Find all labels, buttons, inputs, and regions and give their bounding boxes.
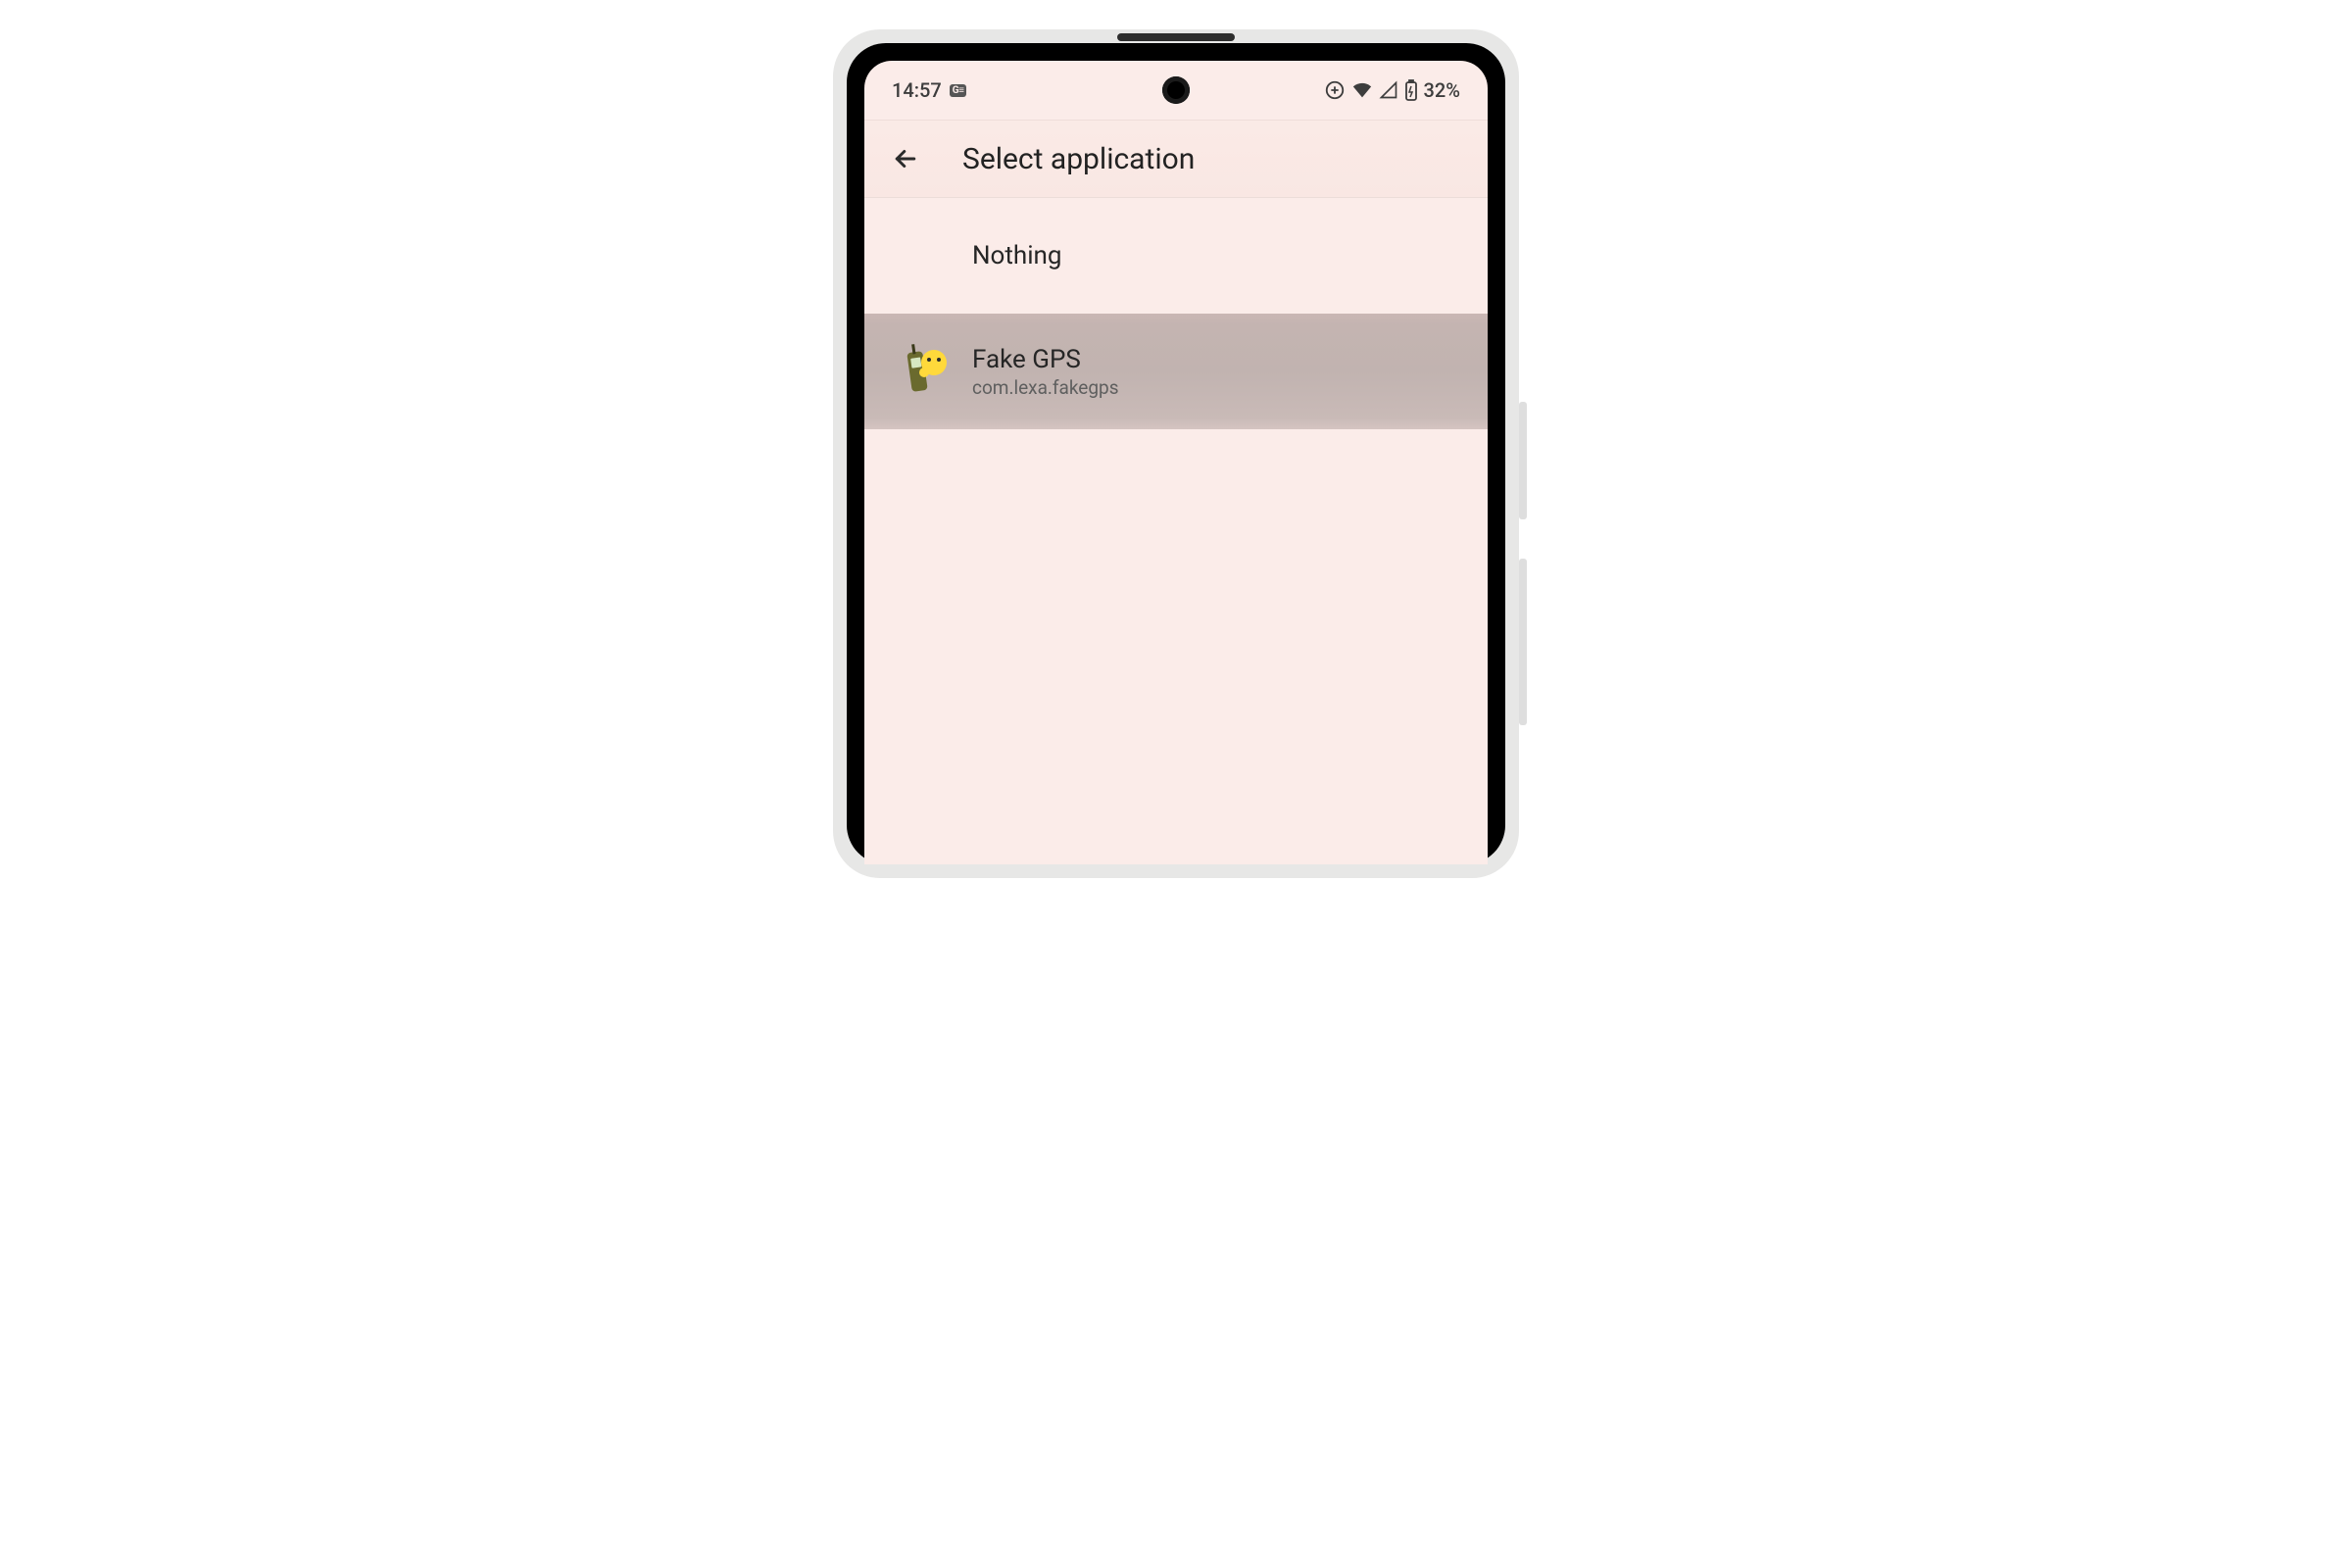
page-title: Select application [962, 142, 1195, 176]
battery-percent: 32% [1424, 78, 1460, 102]
side-button-upper [1519, 402, 1527, 519]
app-bar: Select application [864, 120, 1488, 198]
battery-icon [1404, 79, 1418, 101]
status-time: 14:57 [892, 78, 942, 102]
phone-frame: 14:57 G≡ [833, 29, 1519, 878]
back-button[interactable] [886, 139, 925, 178]
fake-gps-icon [904, 348, 947, 395]
app-list: Nothing Fake GPS com.lexa.fakegps [864, 198, 1488, 429]
list-item-fake-gps[interactable]: Fake GPS com.lexa.fakegps [864, 314, 1488, 429]
data-saver-icon [1324, 79, 1346, 101]
empty-icon-slot [904, 234, 947, 277]
wifi-icon [1351, 79, 1373, 101]
front-camera [1162, 76, 1190, 104]
status-left: 14:57 G≡ [892, 78, 966, 102]
phone-frame-inner: 14:57 G≡ [847, 43, 1505, 864]
list-item-title: Fake GPS [972, 345, 1119, 374]
speaker-slit [1117, 33, 1235, 41]
list-item-nothing[interactable]: Nothing [864, 198, 1488, 314]
status-right: 32% [1324, 78, 1460, 102]
side-button-lower [1519, 559, 1527, 725]
list-item-title: Nothing [972, 241, 1061, 270]
arrow-back-icon [891, 144, 920, 173]
app-icon-fake-gps [904, 350, 947, 393]
list-item-subtitle: com.lexa.fakegps [972, 376, 1119, 399]
screen: 14:57 G≡ [864, 61, 1488, 864]
news-icon: G≡ [950, 84, 967, 97]
cellular-icon [1379, 80, 1398, 100]
